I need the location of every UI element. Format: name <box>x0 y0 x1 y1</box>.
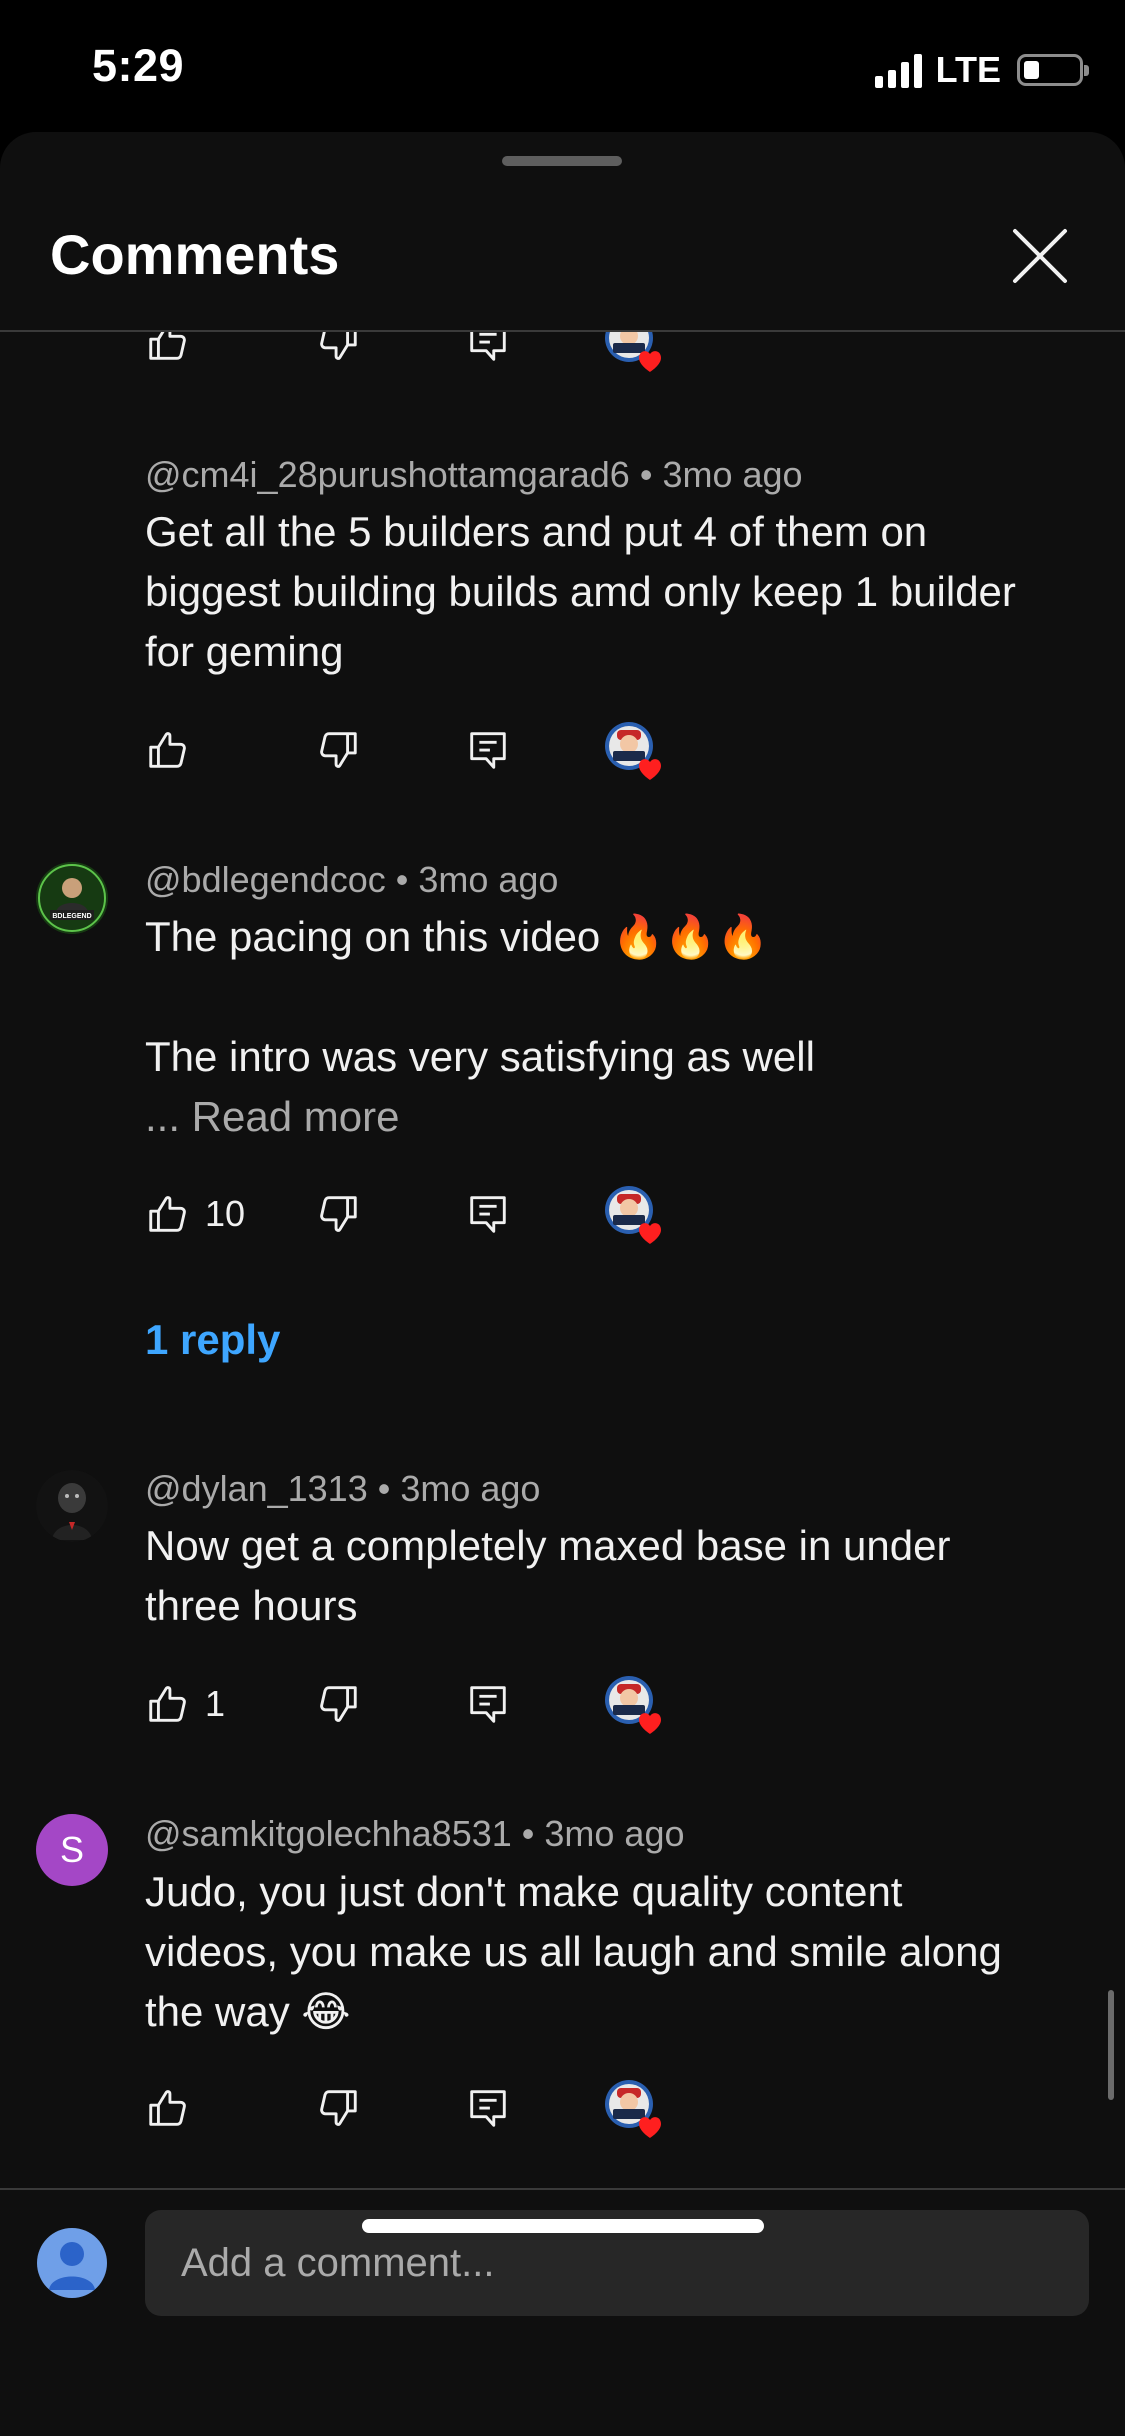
my-avatar <box>37 2228 107 2298</box>
comment-composer <box>0 2190 1125 2436</box>
creator-heart-icon <box>603 720 667 784</box>
network-type: LTE <box>935 49 1001 90</box>
comment-actions: 10 <box>145 1184 1045 1244</box>
comment-meta: @samkitgolechha8531 • 3mo ago <box>145 1813 685 1854</box>
avatar-image <box>36 1470 108 1542</box>
comment-actions <box>145 2078 1045 2138</box>
creator-heart-icon <box>603 1674 667 1738</box>
cellular-signal-icon <box>874 52 922 88</box>
like-count: 1 <box>205 1683 226 1724</box>
thumbs-up-icon <box>145 1681 191 1727</box>
comment-text: Now get a completely maxed base in under… <box>145 1522 951 1629</box>
reply-button[interactable] <box>465 1184 511 1244</box>
scrollbar[interactable] <box>1108 1990 1114 2100</box>
dislike-button[interactable] <box>315 332 361 372</box>
like-count: 10 <box>205 1193 246 1234</box>
like-button[interactable] <box>145 2078 191 2138</box>
avatar[interactable]: BDLEGEND <box>36 862 108 934</box>
read-more-link[interactable]: ... Read more <box>145 1087 1045 1147</box>
comment-author[interactable]: @dylan_1313 <box>145 1468 368 1509</box>
drag-handle[interactable] <box>502 156 622 166</box>
avatar[interactable] <box>36 1470 108 1542</box>
svg-text:BDLEGEND: BDLEGEND <box>52 913 91 920</box>
thumbs-down-icon <box>315 727 361 773</box>
battery-icon <box>1017 54 1089 86</box>
thumbs-up-icon <box>145 2085 191 2131</box>
status-time: 5:29 <box>92 40 185 91</box>
reply-button[interactable] <box>465 332 511 372</box>
creator-heart-icon <box>603 2078 667 2142</box>
like-button[interactable] <box>145 332 191 372</box>
creator-heart-icon <box>603 1184 667 1248</box>
status-bar: 5:29 LTE <box>0 0 1125 135</box>
comments-list[interactable]: @cm4i_28purushottamgarad6 • 3mo ago Get al… <box>0 332 1125 2188</box>
dislike-button[interactable] <box>315 720 361 780</box>
like-button[interactable] <box>145 720 191 780</box>
dislike-button[interactable] <box>315 1184 361 1244</box>
thumbs-down-icon <box>315 2085 361 2131</box>
reply-button[interactable] <box>465 1674 511 1734</box>
comment-meta: @cm4i_28purushottamgarad6 • 3mo ago <box>145 454 803 495</box>
reply-icon <box>465 332 511 365</box>
sheet-title: Comments <box>50 223 340 286</box>
comment-actions <box>145 720 1045 780</box>
comment-meta: @dylan_1313 • 3mo ago <box>145 1468 541 1509</box>
home-indicator[interactable] <box>362 2219 764 2233</box>
reply-icon <box>465 1191 511 1237</box>
like-button[interactable]: 10 <box>145 1184 245 1244</box>
thumbs-up-icon <box>145 727 191 773</box>
dislike-button[interactable] <box>315 1674 361 1734</box>
avatar-letter: S <box>59 1829 84 1870</box>
comment-actions <box>145 332 1045 372</box>
like-button[interactable]: 1 <box>145 1674 225 1734</box>
comment-author[interactable]: @samkitgolechha8531 <box>145 1813 512 1854</box>
avatar[interactable]: S <box>36 1814 108 1886</box>
reply-button[interactable] <box>465 720 511 780</box>
comment-time: 3mo ago <box>400 1468 541 1509</box>
comment-time: 3mo ago <box>662 454 803 495</box>
comment-text: Get all the 5 builders and put 4 of them… <box>145 508 1016 675</box>
comment-author[interactable]: @bdlegendcoc <box>145 859 386 900</box>
user-icon <box>49 2242 95 2290</box>
thumbs-down-icon <box>315 332 361 365</box>
creator-heart-icon <box>603 332 667 376</box>
reply-icon <box>465 1681 511 1727</box>
close-button[interactable] <box>1010 226 1070 286</box>
comment-text: Judo, you just don't make quality conten… <box>145 1868 1002 2035</box>
avatar-image: BDLEGEND <box>36 862 108 934</box>
status-indicators: LTE <box>874 48 1089 92</box>
comment-author[interactable]: @cm4i_28purushottamgarad6 <box>145 454 630 495</box>
reply-icon <box>465 727 511 773</box>
thumbs-down-icon <box>315 1191 361 1237</box>
reply-icon <box>465 2085 511 2131</box>
close-icon <box>1013 229 1067 283</box>
view-replies-link[interactable]: 1 reply <box>145 1316 280 1364</box>
thumbs-up-icon <box>145 1191 191 1237</box>
comment-meta: @bdlegendcoc • 3mo ago <box>145 859 559 900</box>
thumbs-up-icon <box>145 332 191 365</box>
comment-time: 3mo ago <box>418 859 559 900</box>
comment-actions: 1 <box>145 1674 1045 1734</box>
dislike-button[interactable] <box>315 2078 361 2138</box>
reply-button[interactable] <box>465 2078 511 2138</box>
thumbs-down-icon <box>315 1681 361 1727</box>
comment-time: 3mo ago <box>544 1813 685 1854</box>
comment-text: The pacing on this video 🔥🔥🔥 The intro w… <box>145 907 1045 1147</box>
